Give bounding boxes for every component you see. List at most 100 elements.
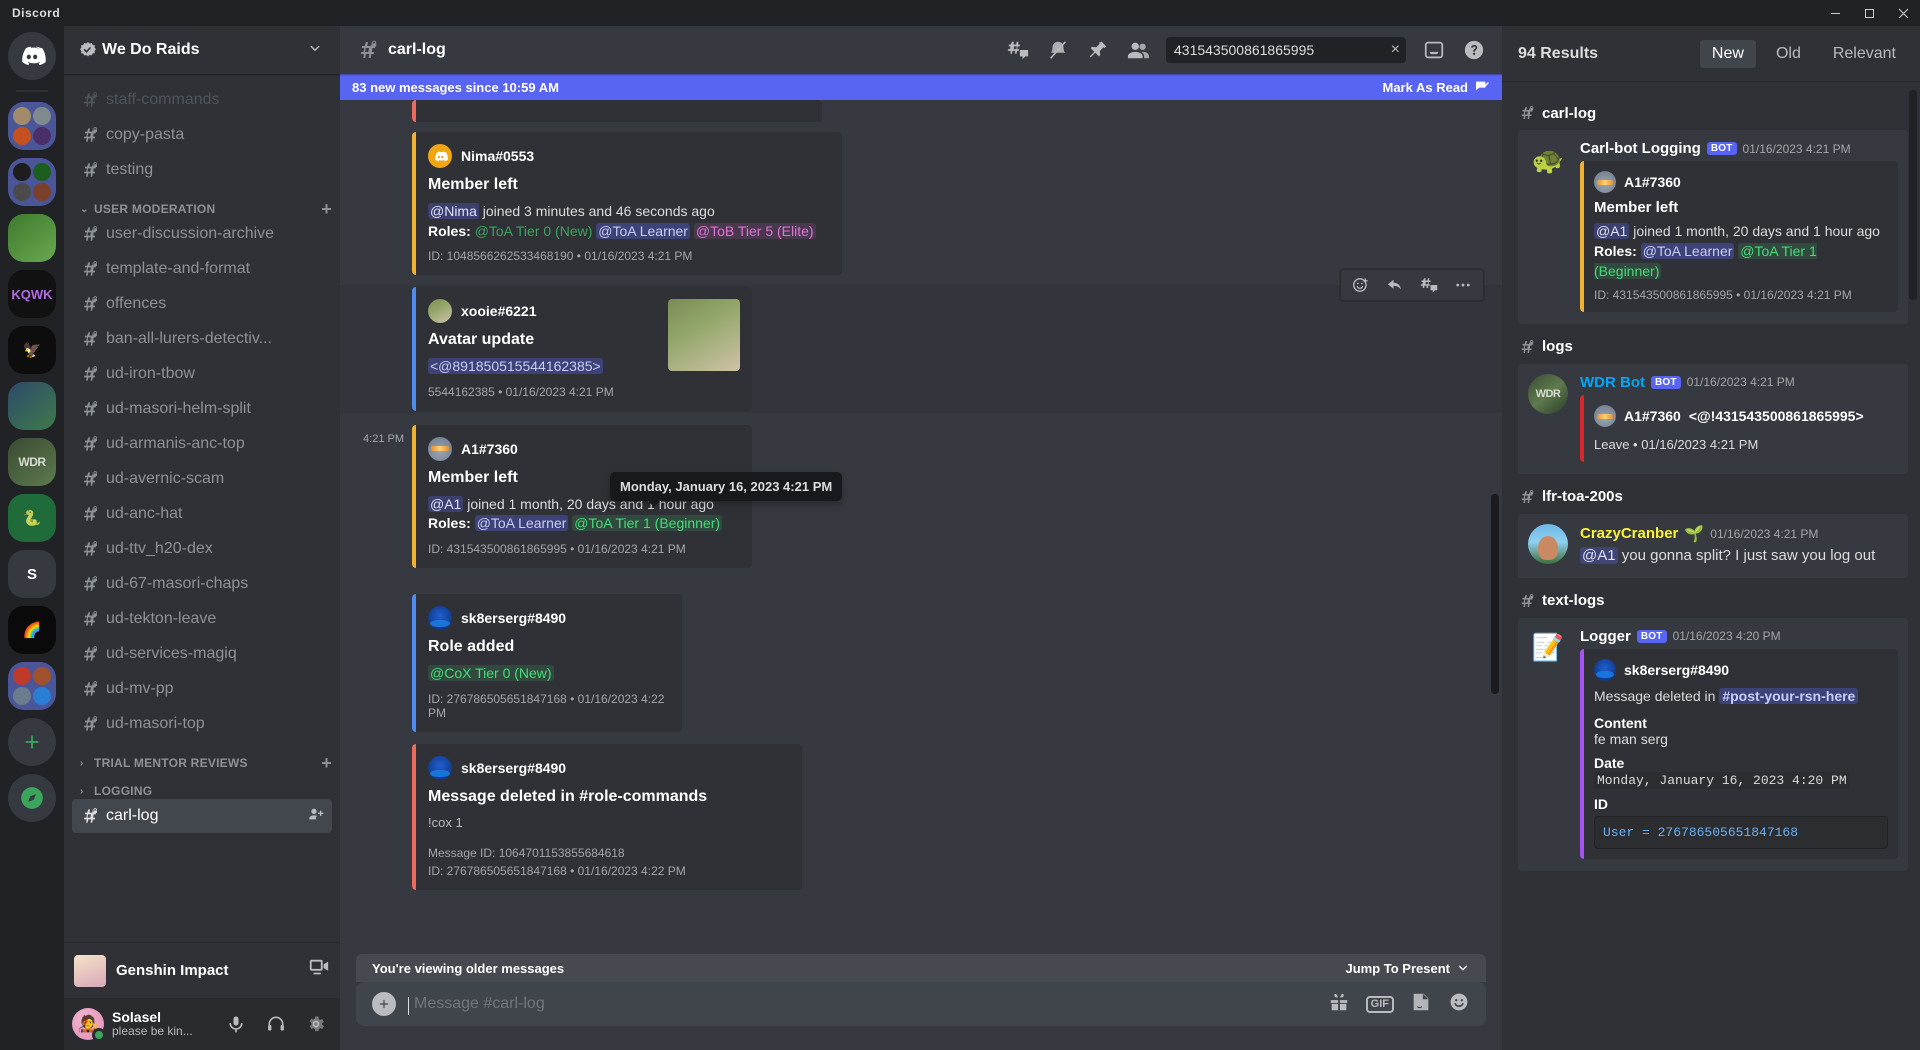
results-scrollbar-thumb[interactable] bbox=[1909, 90, 1917, 300]
chevron-down-icon[interactable] bbox=[306, 39, 324, 62]
message-xooie[interactable]: xooie#6221 Avatar update <@8918505155441… bbox=[340, 269, 1502, 413]
message-input[interactable]: Message #carl-log bbox=[408, 995, 1312, 1015]
guild-folder-3[interactable] bbox=[8, 662, 56, 710]
result-card[interactable]: WDR WDR Bot BOT 01/16/2023 4:21 PM A1#73… bbox=[1518, 363, 1908, 474]
add-channel-icon[interactable]: + bbox=[321, 754, 332, 772]
guild-folder-2[interactable] bbox=[8, 158, 56, 206]
result-card[interactable]: 📝 Logger BOT 01/16/2023 4:20 PM sk8erser… bbox=[1518, 617, 1908, 871]
sidebar-channel-ban-all-lurers-detectiv...[interactable]: ban-all-lurers-detectiv... bbox=[72, 322, 332, 356]
new-messages-bar[interactable]: 83 new messages since 10:59 AM Mark As R… bbox=[340, 74, 1502, 100]
message-list[interactable]: Nima#0553 Member left @Nima joined 3 min… bbox=[340, 74, 1502, 954]
result-card[interactable]: CrazyCranber 🌱 01/16/2023 4:21 PM @A1 yo… bbox=[1518, 513, 1908, 578]
chat-scrollbar[interactable] bbox=[1491, 494, 1499, 694]
mic-icon[interactable] bbox=[220, 1008, 252, 1040]
chat-scrollbar-thumb[interactable] bbox=[1491, 494, 1499, 694]
user-mention[interactable]: @A1 bbox=[428, 495, 464, 512]
home-button[interactable] bbox=[8, 32, 56, 80]
guild-kqwk[interactable]: KQWK bbox=[8, 270, 56, 318]
help-icon[interactable] bbox=[1462, 38, 1486, 62]
headphones-icon[interactable] bbox=[260, 1008, 292, 1040]
search-input[interactable]: 431543500861865995 × bbox=[1166, 37, 1406, 63]
maximize-button[interactable] bbox=[1852, 0, 1886, 26]
guild-earth[interactable] bbox=[8, 382, 56, 430]
result-channel-lfr-toa-200s[interactable]: lfr-toa-200s bbox=[1518, 474, 1908, 514]
results-scrollbar[interactable] bbox=[1909, 90, 1917, 300]
gift-icon[interactable] bbox=[1328, 991, 1350, 1018]
attach-icon[interactable] bbox=[372, 992, 396, 1016]
add-channel-icon[interactable]: + bbox=[321, 200, 332, 218]
user-mention[interactable]: @A1 bbox=[1594, 223, 1630, 239]
message-role-added[interactable]: sk8erserg#8490 Role added @CoX Tier 0 (N… bbox=[340, 592, 1502, 734]
reply-icon[interactable] bbox=[1379, 271, 1411, 299]
message-a1[interactable]: 4:21 PM A1#7360 Member left @A1 joined 1… bbox=[340, 423, 1502, 570]
member-list-icon[interactable] bbox=[1126, 38, 1150, 62]
guild-rainbow[interactable]: 🌈 bbox=[8, 606, 56, 654]
sidebar-channel-testing[interactable]: testing bbox=[72, 153, 332, 187]
sidebar-channel-staff-commands[interactable]: staff-commands bbox=[72, 83, 332, 117]
category-logging[interactable]: › LOGGING bbox=[64, 770, 340, 798]
embed-thumbnail[interactable] bbox=[668, 299, 740, 372]
tab-new[interactable]: New bbox=[1699, 39, 1756, 68]
sidebar-channel-ud-anc-hat[interactable]: ud-anc-hat bbox=[72, 497, 332, 531]
guild-s[interactable]: S bbox=[8, 550, 56, 598]
notification-off-icon[interactable] bbox=[1046, 38, 1070, 62]
sidebar-channel-ud-masori-helm-split[interactable]: ud-masori-helm-split bbox=[72, 392, 332, 426]
sidebar-channel-ud-masori-top[interactable]: ud-masori-top bbox=[72, 707, 332, 741]
activity-panel[interactable]: Genshin Impact bbox=[64, 942, 340, 998]
result-channel-logs[interactable]: logs bbox=[1518, 324, 1908, 364]
sidebar-channel-ud-mv-pp[interactable]: ud-mv-pp bbox=[72, 672, 332, 706]
sidebar-channel-ud-armanis-anc-top[interactable]: ud-armanis-anc-top bbox=[72, 427, 332, 461]
tab-old[interactable]: Old bbox=[1764, 40, 1813, 68]
category-user-moderation[interactable]: ⌄ USER MODERATION + bbox=[64, 188, 340, 218]
result-channel-carl-log[interactable]: carl-log bbox=[1518, 90, 1908, 130]
avatar[interactable]: 🧑‍🎤 bbox=[72, 1008, 106, 1042]
older-messages-bar[interactable]: You're viewing older messages Jump To Pr… bbox=[356, 954, 1486, 982]
inbox-icon[interactable] bbox=[1422, 38, 1446, 62]
user-mention[interactable]: @A1 bbox=[1580, 546, 1618, 564]
close-icon[interactable]: × bbox=[1391, 42, 1400, 58]
message-hover-toolbar[interactable] bbox=[1340, 269, 1484, 302]
search-results-list[interactable]: carl-log 🐢 Carl-bot Logging BOT 01/16/20… bbox=[1502, 82, 1920, 1050]
create-thread-icon[interactable] bbox=[1413, 271, 1445, 299]
add-member-icon[interactable] bbox=[308, 806, 324, 827]
guild-snake[interactable]: 🐍 bbox=[8, 494, 56, 542]
result-author[interactable]: Carl-bot Logging bbox=[1580, 140, 1701, 157]
mark-as-read-button[interactable]: Mark As Read bbox=[1383, 79, 1491, 95]
more-icon[interactable] bbox=[1447, 271, 1479, 299]
channel-list[interactable]: staff-commands copy-pasta testing ⌄ USER… bbox=[64, 74, 340, 942]
channel-mention[interactable]: #post-your-rsn-here bbox=[1719, 687, 1859, 704]
minimize-button[interactable] bbox=[1818, 0, 1852, 26]
result-channel-text-logs[interactable]: text-logs bbox=[1518, 578, 1908, 618]
category-trial-mentor-reviews[interactable]: › TRIAL MENTOR REVIEWS + bbox=[64, 742, 340, 772]
sidebar-channel-copy-pasta[interactable]: copy-pasta bbox=[72, 118, 332, 152]
guild-wdr[interactable]: WDR bbox=[8, 438, 56, 486]
sidebar-channel-ud-ttv_h20-dex[interactable]: ud-ttv_h20-dex bbox=[72, 532, 332, 566]
result-author[interactable]: Logger bbox=[1580, 628, 1631, 645]
gif-icon[interactable]: GIF bbox=[1365, 995, 1394, 1013]
add-reaction-icon[interactable] bbox=[1345, 271, 1377, 299]
server-rail[interactable]: KQWK 🦅 WDR 🐍 S 🌈 bbox=[0, 26, 64, 1050]
tab-relevant[interactable]: Relevant bbox=[1821, 40, 1908, 68]
result-author[interactable]: WDR Bot bbox=[1580, 374, 1645, 391]
create-thread-icon[interactable] bbox=[1006, 38, 1030, 62]
sidebar-channel-ud-tekton-leave[interactable]: ud-tekton-leave bbox=[72, 602, 332, 636]
sidebar-channel-template-and-format[interactable]: template-and-format bbox=[72, 252, 332, 286]
sidebar-channel-ud-services-magiq[interactable]: ud-services-magiq bbox=[72, 637, 332, 671]
sidebar-channel-carl-log[interactable]: carl-log bbox=[72, 799, 332, 833]
sidebar-channel-ud-avernic-scam[interactable]: ud-avernic-scam bbox=[72, 462, 332, 496]
emoji-icon[interactable] bbox=[1448, 991, 1470, 1018]
guild-yellow-bird[interactable]: 🦅 bbox=[8, 326, 56, 374]
explore-servers-button[interactable] bbox=[8, 774, 56, 822]
result-card[interactable]: 🐢 Carl-bot Logging BOT 01/16/2023 4:21 P… bbox=[1518, 130, 1908, 324]
sidebar-channel-ud-67-masori-chaps[interactable]: ud-67-masori-chaps bbox=[72, 567, 332, 601]
gear-icon[interactable] bbox=[300, 1008, 332, 1040]
screen-share-icon[interactable] bbox=[308, 957, 332, 984]
pinned-messages-icon[interactable] bbox=[1086, 38, 1110, 62]
result-author[interactable]: CrazyCranber bbox=[1580, 525, 1678, 542]
guild-folder-1[interactable] bbox=[8, 102, 56, 150]
add-server-button[interactable] bbox=[8, 718, 56, 766]
sidebar-channel-user-discussion-archive[interactable]: user-discussion-archive bbox=[72, 217, 332, 251]
guild-green[interactable] bbox=[8, 214, 56, 262]
sidebar-channel-offences[interactable]: offences bbox=[72, 287, 332, 321]
message-composer[interactable]: Message #carl-log GIF bbox=[356, 982, 1486, 1026]
